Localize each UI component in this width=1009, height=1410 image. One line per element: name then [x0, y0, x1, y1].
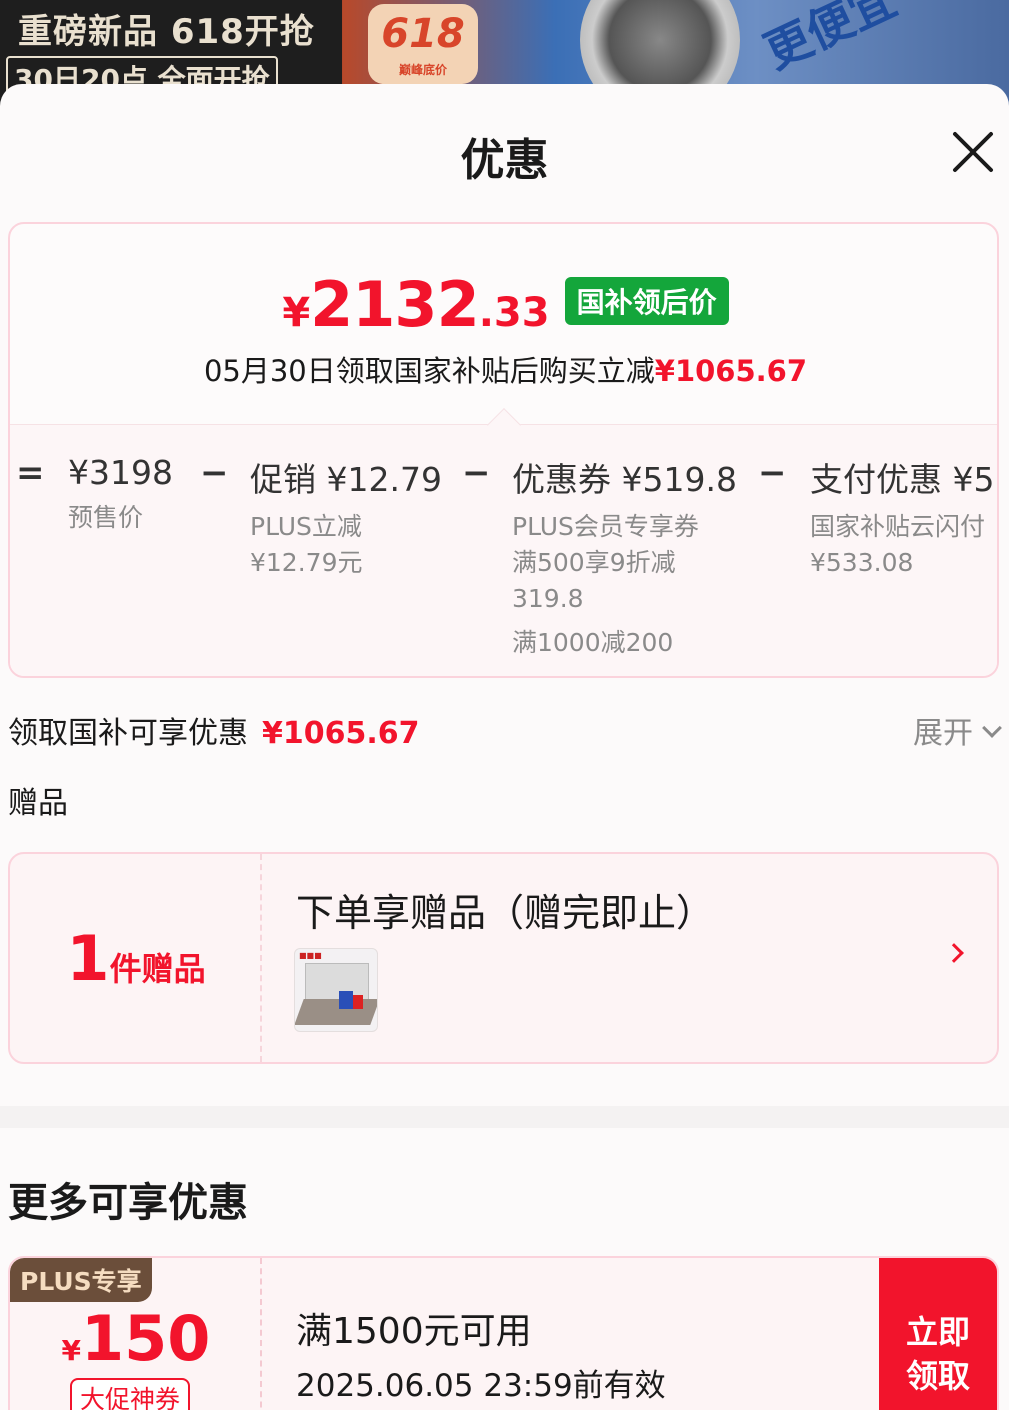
gift-thumbnail[interactable]: ■■■ [294, 948, 378, 1032]
price-card: ¥2132.33 国补领后价 05月30日领取国家补贴后购买立减¥1065.67… [8, 222, 999, 678]
subsidy-label: 领取国补可享优惠 [8, 716, 248, 751]
sheet-title: 优惠 [460, 135, 549, 186]
price-currency: ¥ [282, 290, 311, 336]
breakdown-sub: 预售价 [68, 503, 144, 532]
discount-sheet: 优惠 ¥2132.33 国补领后价 05月30日领取国家补贴后购买立减¥1065… [0, 84, 1009, 1410]
coupon-condition: 满1500元可用 [296, 1311, 532, 1352]
gift-thumb-logo: ■■■ [299, 951, 322, 960]
gift-count-number: 1 [66, 922, 110, 995]
more-offers-title: 更多可享优惠 [8, 1180, 248, 1226]
close-icon [953, 132, 993, 172]
breakdown-item-promotion: 促销 ¥12.79 PLUS立减 ¥12.79元 [250, 453, 442, 581]
coupon-card: PLUS专享 ¥150 大促神券 满1500元可用 2025.06.05 23:… [8, 1256, 999, 1410]
expand-button[interactable]: 展开 [913, 708, 1002, 752]
banner-headline: 重磅新品 618开抢 [18, 12, 315, 52]
breakdown-operator: − [200, 453, 229, 493]
subsidy-row: 领取国补可享优惠 ¥1065.67 展开 [8, 708, 1002, 754]
gift-section-label: 赠品 [8, 786, 68, 821]
claim-coupon-label: 立即领取 [906, 1313, 971, 1395]
chevron-right-icon [944, 943, 964, 963]
chevron-down-icon [982, 718, 1002, 738]
close-button[interactable] [949, 128, 997, 176]
breakdown-notch [487, 408, 521, 442]
claim-coupon-button[interactable]: 立即领取 [879, 1258, 997, 1410]
gift-card[interactable]: 1件赠品 下单享赠品（赠完即止） ■■■ [8, 852, 999, 1064]
breakdown-item-payment: 支付优惠 ¥53 国家补贴云闪付 ¥533.08 [810, 453, 999, 581]
breakdown-sub: ¥12.79元 [250, 548, 363, 577]
price-subtitle-amount: ¥1065.67 [654, 354, 808, 388]
banner-618-badge: 618 巅峰底价 [368, 4, 478, 84]
breakdown-sub-group: 国家补贴云闪付 ¥533.08 [810, 509, 997, 581]
plus-exclusive-tag: PLUS专享 [10, 1258, 152, 1302]
coupon-badge: 大促神券 [70, 1378, 191, 1410]
breakdown-sub: ¥533.08 [810, 548, 914, 577]
breakdown-head: ¥3198 [68, 453, 173, 492]
coupon-amount: ¥150 [10, 1302, 262, 1375]
breakdown-sub-group: PLUS立减 ¥12.79元 [250, 509, 442, 581]
breakdown-sub: PLUS会员专享券 [512, 512, 699, 541]
coupon-value: 150 [81, 1302, 211, 1375]
gift-thumb-floor [295, 999, 377, 1025]
coupon-currency: ¥ [61, 1334, 82, 1367]
banner-right-text: 更便宜 [756, 0, 905, 80]
breakdown-head: 优惠券 ¥519.8 [512, 460, 737, 499]
breakdown-head: 支付优惠 ¥53 [810, 460, 999, 499]
coupon-validity: 2025.06.05 23:59前有效 [296, 1368, 666, 1404]
national-subsidy-price-tag: 国补领后价 [564, 277, 729, 325]
subsidy-amount: ¥1065.67 [262, 716, 420, 751]
price-decimal: .33 [478, 290, 550, 336]
gift-count-unit: 件赠品 [109, 950, 206, 988]
price-breakdown: = ¥3198 预售价 − 促销 ¥12.79 PLUS立减 ¥12.79元 −… [10, 408, 999, 676]
coupon-value-panel: PLUS专享 ¥150 大促神券 [10, 1258, 262, 1410]
breakdown-operator: − [462, 453, 491, 493]
banner-618-sub: 巅峰底价 [398, 63, 447, 77]
breakdown-sub: PLUS立减 [250, 512, 362, 541]
breakdown-item-coupon: 优惠券 ¥519.8 PLUS会员专享券 满500享9折减 319.8 满100… [512, 453, 737, 661]
gift-thumb-figure [353, 995, 363, 1009]
breakdown-sub: 319.8 [512, 584, 584, 613]
gift-title: 下单享赠品（赠完即止） [296, 891, 715, 935]
expand-label: 展开 [913, 716, 973, 751]
price-subtitle: 05月30日领取国家补贴后购买立减¥1065.67 [10, 348, 997, 390]
gift-count-panel: 1件赠品 [10, 854, 262, 1062]
price-integer: 2132 [310, 268, 480, 341]
breakdown-sub: 国家补贴云闪付 [810, 512, 986, 541]
breakdown-sub-group: PLUS会员专享券 满500享9折减 319.8 满1000减200 [512, 509, 737, 661]
gift-thumb-figure [339, 991, 353, 1009]
breakdown-operator: = [16, 453, 45, 493]
final-price: ¥2132.33 国补领后价 [10, 268, 997, 341]
breakdown-item-presale: ¥3198 预售价 [68, 453, 173, 536]
price-subtitle-text: 05月30日领取国家补贴后购买立减 [203, 354, 655, 388]
breakdown-head: 促销 ¥12.79 [250, 460, 442, 499]
banner-618-text: 618 [381, 11, 465, 57]
breakdown-sub: 满1000减200 [512, 628, 674, 657]
breakdown-operator: − [758, 453, 787, 493]
breakdown-sub: 满500享9折减 [512, 548, 676, 577]
gift-count: 1件赠品 [10, 922, 262, 995]
section-divider [0, 1106, 1009, 1128]
